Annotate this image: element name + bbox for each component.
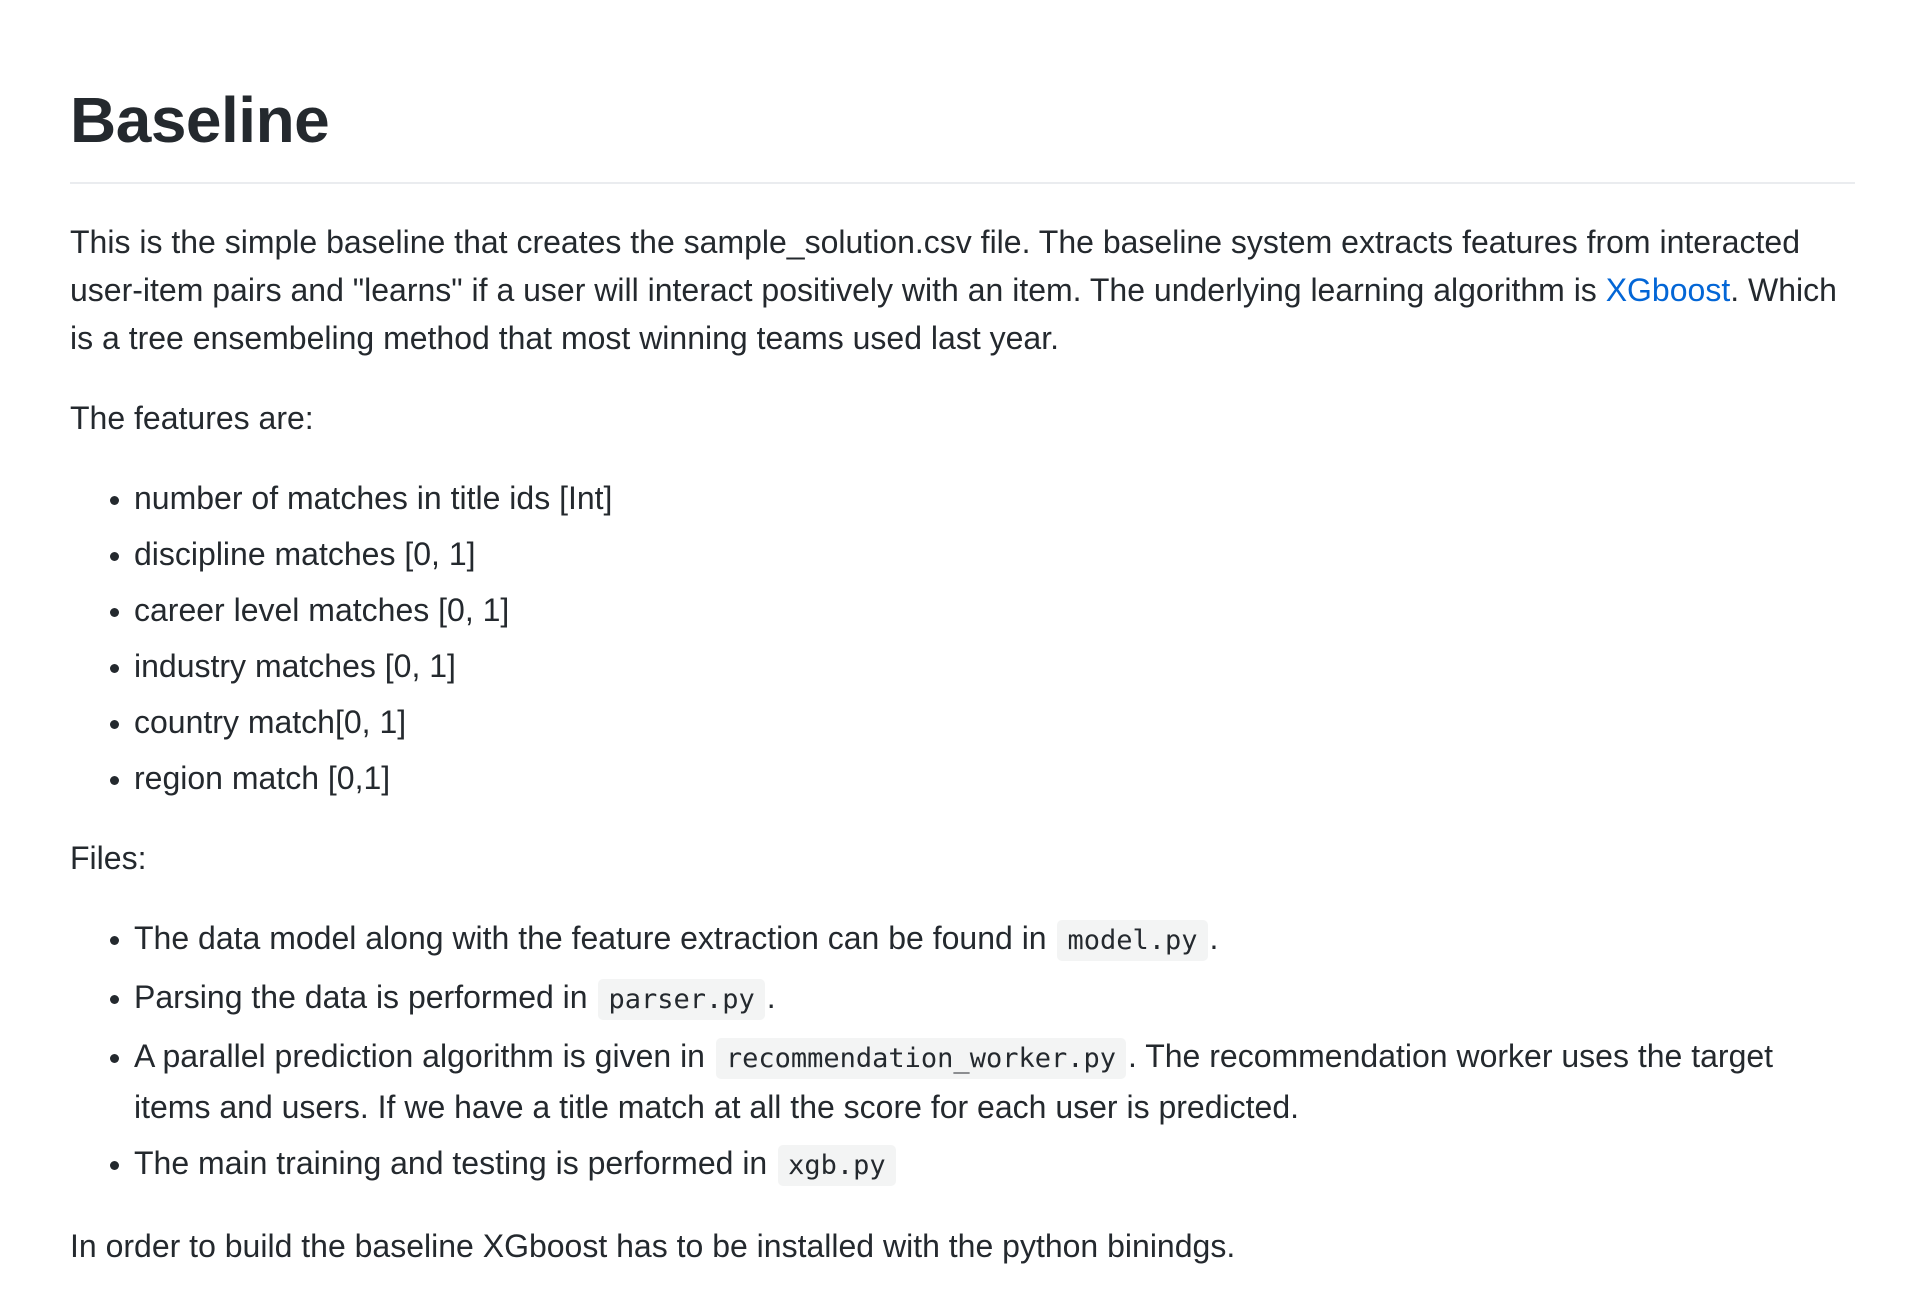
closing-paragraph: In order to build the baseline XGboost h…	[70, 1228, 1236, 1264]
file-item-suffix: .	[1209, 920, 1219, 956]
file-item-recommendation-worker: A parallel prediction algorithm is given…	[134, 1032, 1855, 1131]
readme-section: Baseline This is the simple baseline tha…	[70, 70, 1855, 1270]
file-item-text: The data model along with the feature ex…	[134, 920, 1056, 956]
feature-item-title-ids: number of matches in title ids [Int]	[134, 474, 1855, 522]
feature-item-industry: industry matches [0, 1]	[134, 642, 1855, 690]
file-item-text: Parsing the data is performed in	[134, 979, 597, 1015]
intro-text-start: This is the simple baseline that creates…	[70, 224, 1800, 308]
feature-item-country: country match[0, 1]	[134, 698, 1855, 746]
xgboost-link[interactable]: XGboost	[1606, 272, 1731, 308]
file-code-xgb: xgb.py	[778, 1145, 896, 1186]
file-item-xgb: The main training and testing is perform…	[134, 1139, 1855, 1190]
file-code-recommendation-worker: recommendation_worker.py	[715, 1038, 1126, 1079]
file-item-model: The data model along with the feature ex…	[134, 914, 1855, 965]
features-heading: The features are:	[70, 400, 314, 436]
feature-item-career-level: career level matches [0, 1]	[134, 586, 1855, 634]
file-code-parser: parser.py	[598, 979, 765, 1020]
section-heading: Baseline	[70, 70, 1855, 184]
feature-item-discipline: discipline matches [0, 1]	[134, 530, 1855, 578]
file-item-text: The main training and testing is perform…	[134, 1145, 777, 1181]
file-item-parser: Parsing the data is performed in parser.…	[134, 973, 1855, 1024]
file-item-text: A parallel prediction algorithm is given…	[134, 1038, 714, 1074]
file-code-model: model.py	[1057, 920, 1208, 961]
file-item-suffix: .	[766, 979, 776, 1015]
files-heading: Files:	[70, 840, 147, 876]
feature-item-region: region match [0,1]	[134, 754, 1855, 802]
features-list: number of matches in title ids [Int] dis…	[70, 474, 1855, 802]
intro-paragraph: This is the simple baseline that creates…	[70, 218, 1855, 362]
files-list: The data model along with the feature ex…	[70, 914, 1855, 1190]
